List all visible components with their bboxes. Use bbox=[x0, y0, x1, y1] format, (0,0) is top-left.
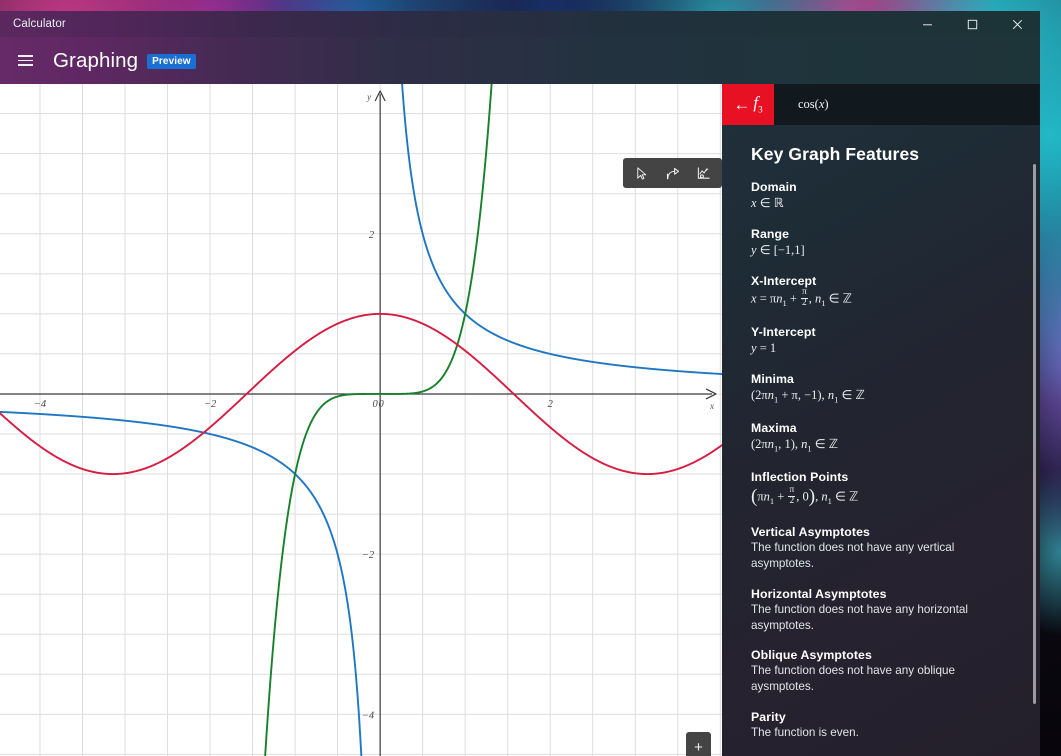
feature-item: Parity The function is even. bbox=[751, 710, 1018, 741]
minimize-button[interactable] bbox=[905, 11, 950, 37]
feature-item: Vertical Asymptotes The function does not… bbox=[751, 525, 1018, 572]
zoom-controls: + − bbox=[686, 732, 711, 756]
graph-options-icon[interactable] bbox=[688, 160, 719, 186]
feature-label: Maxima bbox=[751, 420, 797, 435]
feature-label: Oblique Asymptotes bbox=[751, 648, 872, 663]
graph-toolbar bbox=[623, 158, 722, 188]
feature-label: Vertical Asymptotes bbox=[751, 525, 870, 540]
feature-value: x = πn1 + π2, n1 ∈ ℤ bbox=[751, 286, 852, 308]
function-expression: cos(x) bbox=[798, 97, 829, 111]
maximize-button[interactable] bbox=[950, 11, 995, 37]
app-body: x y −4 −2 0 2 2 −2 −4 0 + ← f3 cos(x) Ke… bbox=[0, 84, 1040, 756]
feature-value: The function does not have any oblique a… bbox=[751, 664, 956, 694]
svg-text:x: x bbox=[709, 401, 714, 411]
svg-text:−2: −2 bbox=[362, 550, 375, 561]
graph-plot: x y −4 −2 0 2 2 −2 −4 0 bbox=[0, 84, 722, 756]
svg-text:2: 2 bbox=[369, 230, 375, 241]
grid-lines bbox=[0, 84, 722, 756]
feature-value: x ∈ ℝ bbox=[751, 196, 784, 210]
feature-item: X-Intercept x = πn1 + π2, n1 ∈ ℤ bbox=[751, 274, 1018, 310]
feature-label: Minima bbox=[751, 371, 794, 386]
panel-scroll-region[interactable]: Key Graph Features Domain x ∈ ℝ Range y ∈ [… bbox=[722, 125, 1040, 756]
feature-label: X-Intercept bbox=[751, 273, 817, 288]
svg-text:−4: −4 bbox=[362, 710, 375, 721]
panel-scrollbar[interactable] bbox=[1033, 164, 1036, 704]
feature-item: Minima (2πn1 + π, −1), n1 ∈ ℤ bbox=[751, 372, 1018, 406]
window-controls bbox=[905, 11, 1040, 37]
page-title: Graphing bbox=[53, 48, 139, 72]
svg-text:−2: −2 bbox=[204, 399, 217, 410]
share-icon[interactable] bbox=[657, 160, 688, 186]
feature-value: (πn1 + π2, 0), n1 ∈ ℤ bbox=[751, 484, 859, 507]
feature-list: Domain x ∈ ℝ Range y ∈ [−1,1] X-Intercept x =… bbox=[751, 180, 1018, 756]
panel-header: ← f3 cos(x) bbox=[722, 84, 1040, 125]
feature-label: Y-Intercept bbox=[751, 324, 816, 339]
key-graph-features-panel: ← f3 cos(x) Key Graph Features Domain x ∈… bbox=[722, 84, 1040, 756]
panel-title: Key Graph Features bbox=[751, 144, 920, 164]
feature-item: Oblique Asymptotes The function does not … bbox=[751, 648, 1018, 695]
feature-label: Range bbox=[751, 226, 790, 241]
feature-value: y ∈ [−1,1] bbox=[751, 242, 805, 257]
app-header: Graphing Preview bbox=[0, 37, 1040, 84]
graph-canvas[interactable]: x y −4 −2 0 2 2 −2 −4 0 + bbox=[0, 84, 722, 756]
feature-value: (2πn1, 1), n1 ∈ ℤ bbox=[751, 436, 839, 454]
back-to-function-button[interactable]: ← f3 bbox=[722, 84, 774, 125]
svg-text:0: 0 bbox=[378, 399, 384, 410]
feature-value: y = 1 bbox=[751, 340, 777, 355]
curves bbox=[0, 84, 722, 756]
feature-value: The function is even. bbox=[751, 725, 859, 739]
svg-text:−4: −4 bbox=[34, 399, 47, 410]
preview-badge: Preview bbox=[147, 54, 196, 69]
feature-label: Domain bbox=[751, 180, 797, 194]
svg-text:0: 0 bbox=[372, 399, 378, 410]
tick-labels: x y −4 −2 0 2 2 −2 −4 0 bbox=[34, 92, 714, 721]
feature-value: (2πn1 + π, −1), n1 ∈ ℤ bbox=[751, 387, 865, 405]
svg-text:2: 2 bbox=[548, 399, 554, 410]
feature-label: Horizontal Asymptotes bbox=[751, 586, 887, 601]
window-title: Calculator bbox=[13, 18, 66, 30]
feature-item: Maxima (2πn1, 1), n1 ∈ ℤ bbox=[751, 421, 1018, 455]
feature-label: Inflection Points bbox=[751, 469, 849, 484]
feature-value: The function does not have any horizonta… bbox=[751, 602, 969, 632]
feature-item: Range y ∈ [−1,1] bbox=[751, 227, 1018, 259]
feature-label: Parity bbox=[751, 709, 786, 724]
close-button[interactable] bbox=[995, 11, 1040, 37]
cursor-arrow-icon[interactable] bbox=[626, 160, 657, 186]
feature-item: Y-Intercept y = 1 bbox=[751, 325, 1018, 357]
axes bbox=[0, 90, 717, 756]
svg-text:y: y bbox=[366, 92, 371, 102]
feature-item: Domain x ∈ ℝ bbox=[751, 180, 1018, 212]
title-bar[interactable]: Calculator bbox=[0, 11, 1040, 37]
zoom-in-button[interactable]: + bbox=[686, 734, 711, 756]
calculator-window: Calculator Graphing Preview x y −4 −2 0 … bbox=[0, 11, 1040, 756]
function-label: f3 bbox=[753, 93, 763, 115]
hamburger-icon[interactable] bbox=[3, 41, 47, 81]
feature-item: Horizontal Asymptotes The function does n… bbox=[751, 587, 1018, 634]
back-arrow-icon: ← bbox=[733, 94, 751, 114]
feature-value: The function does not have any vertical … bbox=[751, 541, 955, 570]
feature-item: Inflection Points (πn1 + π2, 0), n1 ∈ ℤ bbox=[751, 470, 1018, 511]
